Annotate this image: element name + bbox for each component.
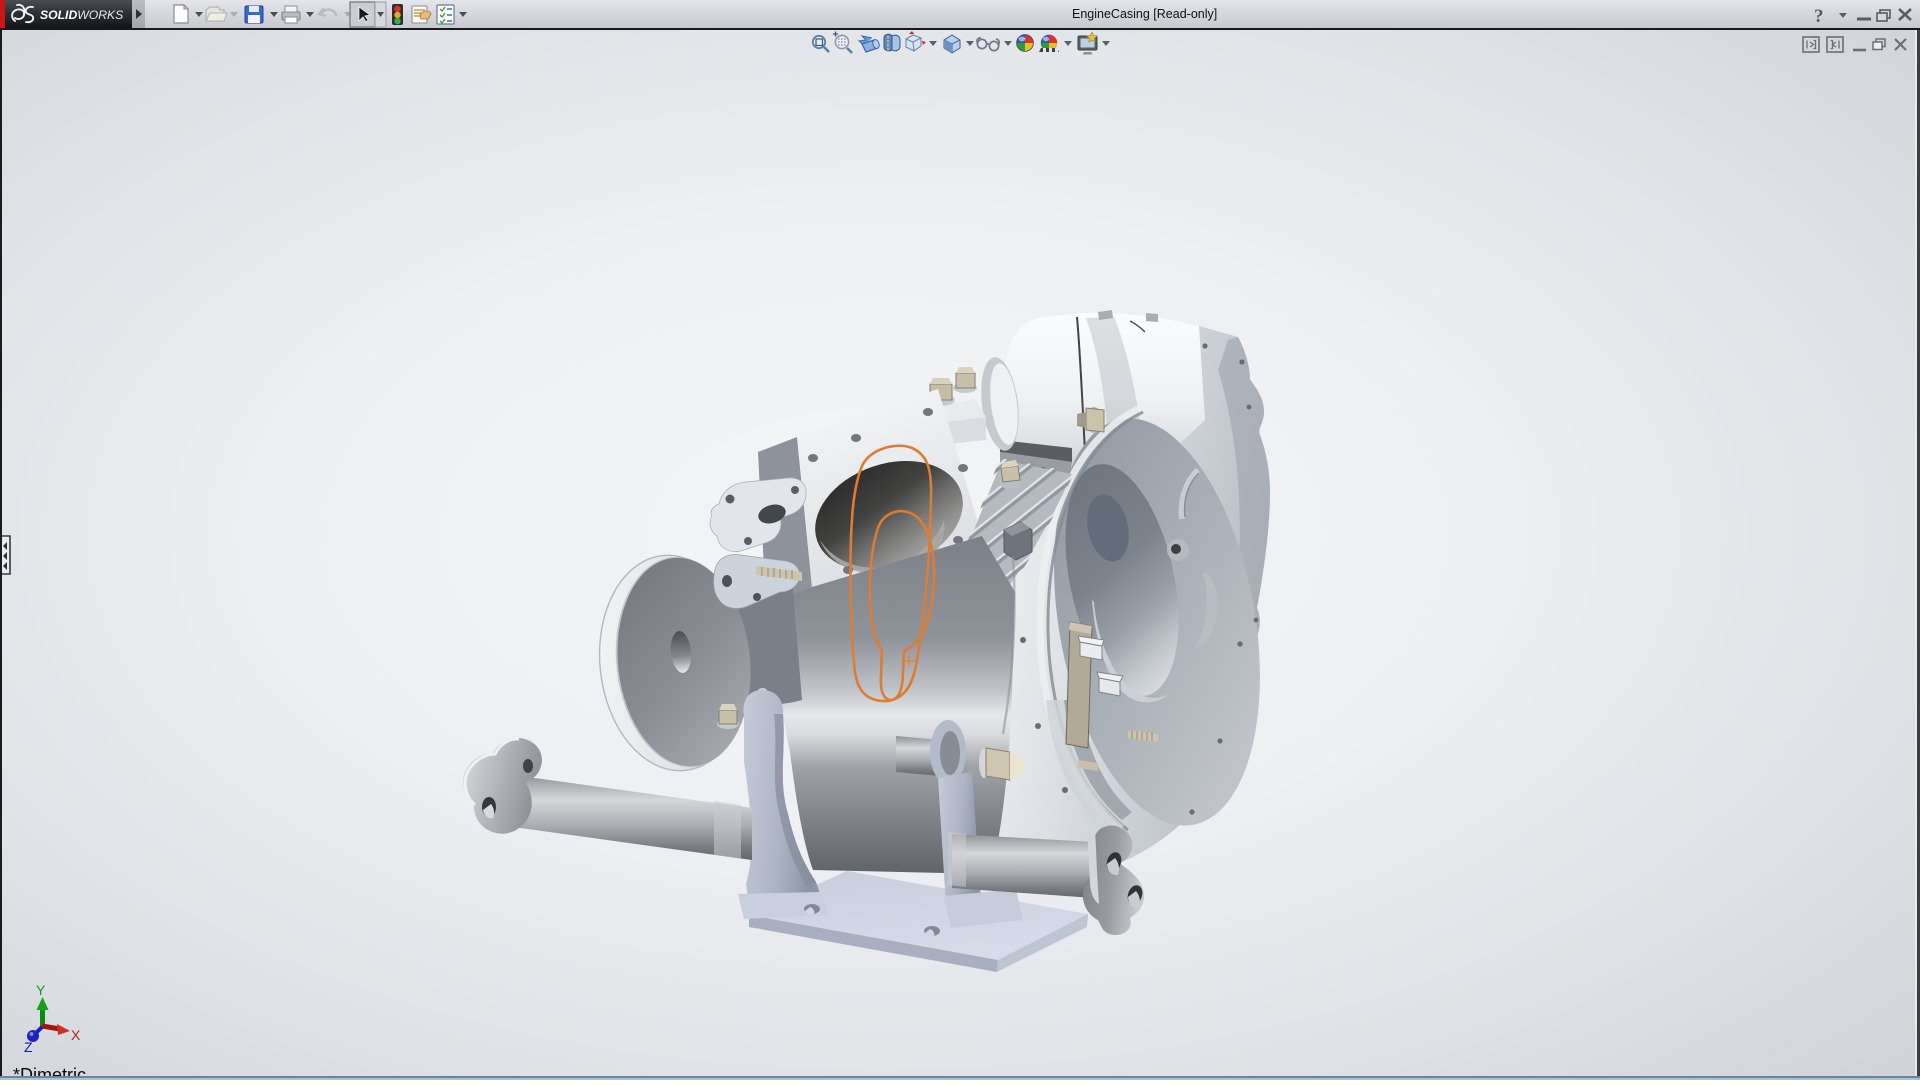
svg-text:SOLIDWORKS: SOLIDWORKS [40,8,123,22]
svg-text:X: X [71,1027,81,1043]
svg-text:?: ? [1814,6,1824,27]
svg-text:Y: Y [36,982,46,998]
svg-text:Z: Z [24,1039,33,1055]
